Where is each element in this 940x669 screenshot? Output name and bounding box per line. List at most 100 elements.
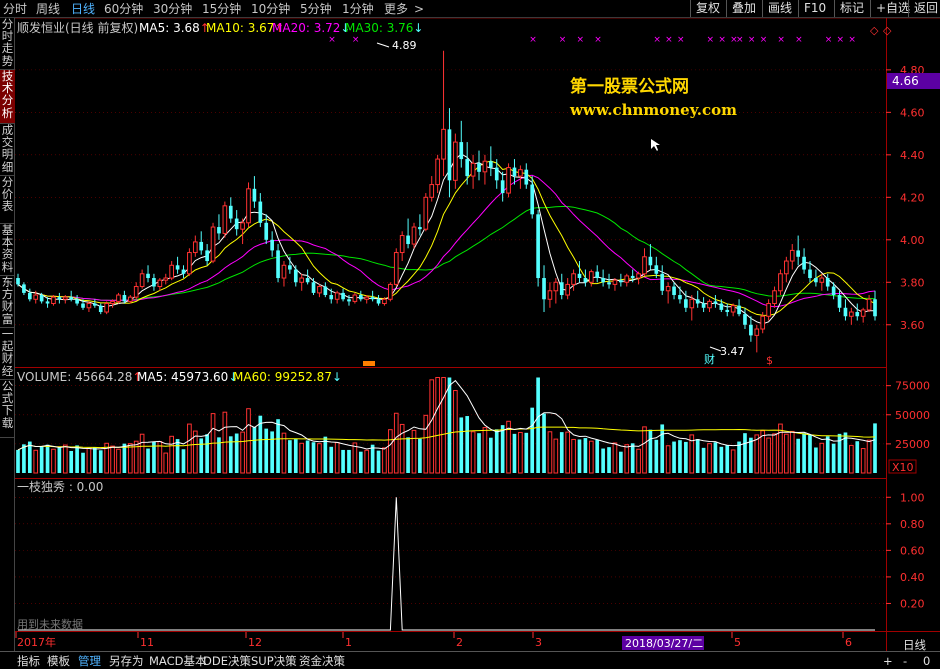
candle-body xyxy=(252,188,257,202)
tab-period-daily[interactable]: 日线 xyxy=(71,1,95,17)
left-tab-technical[interactable]: 技术分析 xyxy=(0,70,15,124)
volume-bar xyxy=(565,431,570,474)
candle-body xyxy=(689,298,695,309)
volume-bar xyxy=(22,444,26,473)
left-tab-price-table[interactable]: 分价表 xyxy=(0,176,15,224)
bottom-tab-save-as[interactable]: 另存为 xyxy=(109,654,144,668)
volume-bar xyxy=(778,423,783,474)
volume-bar xyxy=(624,444,630,474)
candle-body xyxy=(530,184,535,215)
candle-body xyxy=(730,305,736,313)
bottom-tab-macd[interactable]: MACD基本 xyxy=(149,654,206,668)
event-marker-x: × xyxy=(529,35,537,45)
candle-body xyxy=(524,169,529,185)
candle-body xyxy=(205,250,209,262)
diamond-icon: ◇ xyxy=(870,24,879,37)
left-tab-profile[interactable]: 基本资料 xyxy=(0,224,15,276)
tab-period-10min[interactable]: 10分钟 xyxy=(251,1,290,17)
bottom-tab-manage[interactable]: 管理 xyxy=(78,654,101,668)
overlay-button[interactable]: 叠加 xyxy=(726,0,761,17)
volume-bar xyxy=(169,435,175,474)
volume-bar xyxy=(305,440,310,473)
time-label-6: 6 xyxy=(845,636,852,649)
volume-bar xyxy=(654,439,659,473)
draw-line-button[interactable]: 画线 xyxy=(762,0,797,17)
tab-period-weekly[interactable]: 周线 xyxy=(36,1,60,17)
mark-button[interactable]: 标记 xyxy=(834,0,869,17)
volume-bar xyxy=(205,434,209,473)
info-marker xyxy=(363,361,375,366)
volume-bar xyxy=(766,437,771,474)
fuquan-button[interactable]: 复权 xyxy=(690,0,725,17)
indicator-tick-label: 1.00 xyxy=(900,491,925,504)
candle-body xyxy=(376,299,381,304)
volume-bar xyxy=(133,440,139,474)
volume-bar xyxy=(406,437,410,473)
bottom-toolbar: 指标 模板 管理 另存为 MACD基本 DDE决策 SUP决策 资金决策 日线 … xyxy=(0,638,940,669)
tab-period-5min[interactable]: 5分钟 xyxy=(300,1,332,17)
candle-body xyxy=(553,281,559,292)
candle-body xyxy=(299,277,305,283)
tab-period-more[interactable]: 更多 xyxy=(384,1,408,17)
period-daily-button[interactable]: 日线 xyxy=(903,638,926,652)
bottom-tab-sup[interactable]: SUP决策 xyxy=(251,654,297,668)
candle-body xyxy=(665,286,671,292)
indicator-grid xyxy=(15,496,886,604)
left-tab-formula-download[interactable]: 公式下载 xyxy=(0,380,15,438)
price-tick-label: 4.00 xyxy=(900,234,925,247)
volume-bar xyxy=(684,441,688,473)
zoom-reset-button[interactable]: 0 xyxy=(923,654,930,668)
left-tab-eastmoney[interactable]: 东方财富 xyxy=(0,276,15,328)
tab-period-fenshi[interactable]: 分时 xyxy=(3,1,27,17)
candle-body xyxy=(270,239,274,251)
bottom-tab-template[interactable]: 模板 xyxy=(47,654,70,668)
indicator-tick-label: 0.40 xyxy=(900,571,925,584)
tab-period-30min[interactable]: 30分钟 xyxy=(153,1,192,17)
volume-bar xyxy=(796,438,800,473)
back-button[interactable]: 返回 xyxy=(908,0,940,17)
candle-body xyxy=(110,300,115,305)
event-marker-x: × xyxy=(559,35,567,45)
bottom-tab-capital[interactable]: 资金决策 xyxy=(299,654,345,668)
event-marker-x: × xyxy=(677,35,685,45)
candle-body xyxy=(860,309,866,317)
left-tab-intraday[interactable]: 分时走势 xyxy=(0,18,15,70)
left-tab-finance[interactable]: 一起财经 xyxy=(0,328,15,380)
volume-bar xyxy=(784,433,789,474)
volume-bar xyxy=(81,452,85,473)
zoom-out-button[interactable]: - xyxy=(903,654,907,668)
candle-body xyxy=(399,235,405,254)
stock-chart[interactable]: × × × × × × × × × × × ×× × × × × × × × 顺发恒业(日线 前复权) MA5: 3… xyxy=(15,18,940,651)
volume-bar xyxy=(825,436,830,473)
left-tab-trade-detail[interactable]: 成交明细 xyxy=(0,124,15,176)
candle-body xyxy=(127,296,133,302)
candle-body xyxy=(630,275,635,279)
volume-multiplier: X10 xyxy=(892,461,914,474)
candle-body xyxy=(163,277,169,281)
volume-tick-label: 25000 xyxy=(895,438,930,451)
bottom-tab-dde[interactable]: DDE决策 xyxy=(203,654,251,668)
f10-button[interactable]: F10 xyxy=(798,0,831,17)
candle-body xyxy=(234,218,239,230)
tab-period-15min[interactable]: 15分钟 xyxy=(202,1,241,17)
zoom-in-button[interactable]: + xyxy=(883,654,893,668)
candle-body xyxy=(654,265,659,274)
finance-marker: 财 xyxy=(704,352,715,366)
tab-period-1min[interactable]: 1分钟 xyxy=(342,1,374,17)
chevron-right-icon[interactable]: > xyxy=(414,1,424,17)
volume-bar xyxy=(270,431,274,473)
candle-body xyxy=(601,278,605,283)
price-tick-label: 3.60 xyxy=(900,319,925,332)
candle-body xyxy=(784,260,789,275)
volume-bar xyxy=(808,434,812,473)
bottom-tab-indicator[interactable]: 指标 xyxy=(17,654,40,668)
tab-period-60min[interactable]: 60分钟 xyxy=(104,1,143,17)
event-marker-x: × xyxy=(748,35,756,45)
crosshair-date: 2018/03/27/二 xyxy=(625,637,703,650)
candle-body xyxy=(855,312,860,317)
candle-body xyxy=(210,226,216,262)
volume-bar xyxy=(595,439,600,473)
candle-body xyxy=(364,296,370,300)
volume-bar xyxy=(772,433,777,474)
candle-body xyxy=(831,286,836,296)
